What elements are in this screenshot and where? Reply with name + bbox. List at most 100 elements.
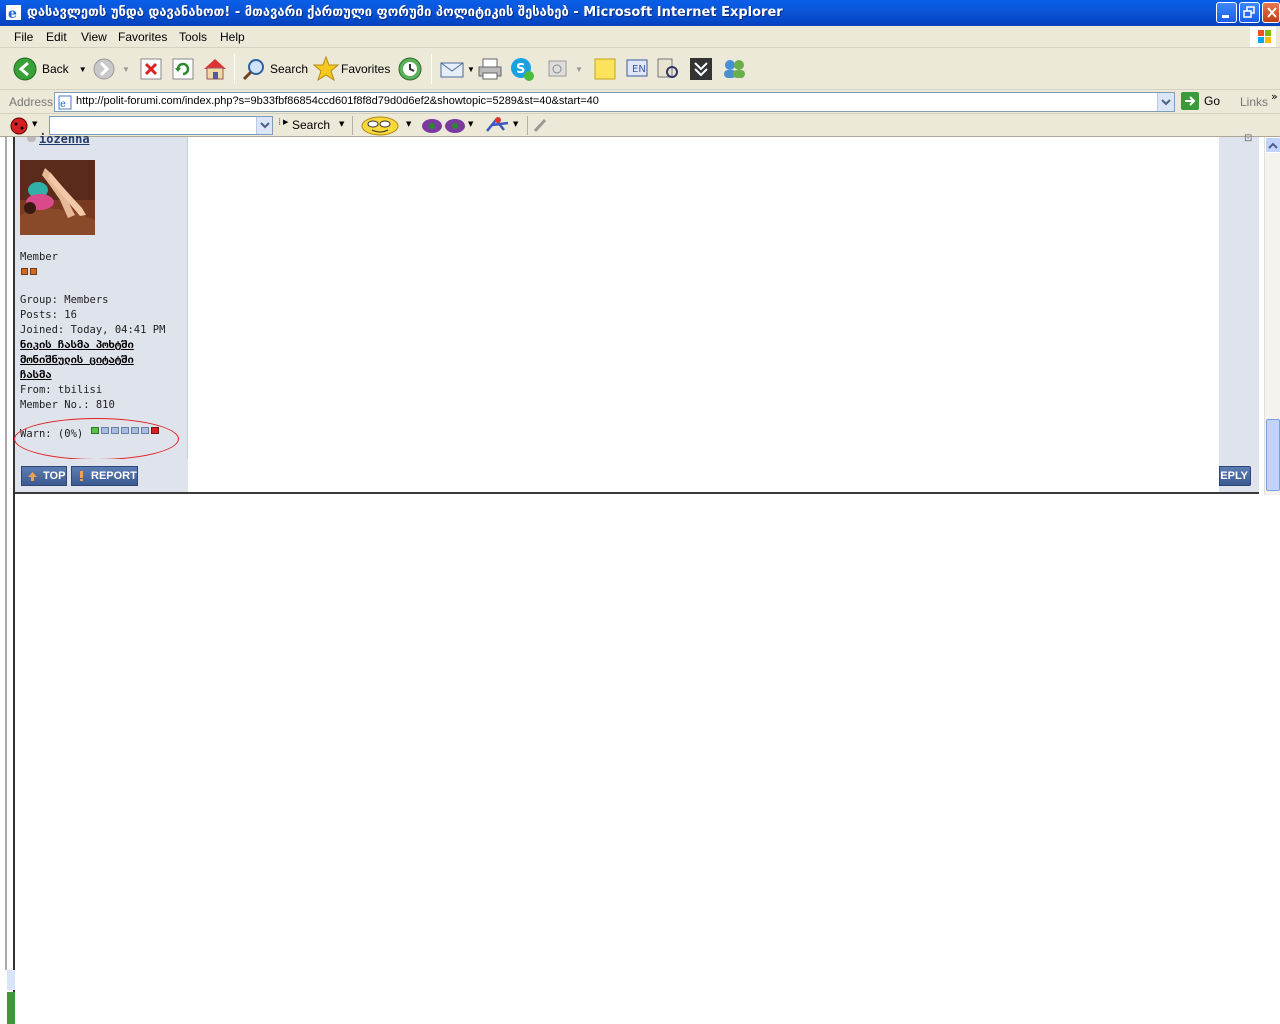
- skype-button[interactable]: S: [509, 56, 535, 82]
- menu-edit[interactable]: Edit: [46, 30, 67, 44]
- profile-username[interactable]: iozenna: [39, 132, 90, 146]
- search-label: Search: [270, 62, 309, 76]
- status-edge-icon: [7, 970, 15, 990]
- svg-text:e: e: [8, 6, 17, 21]
- restore-button[interactable]: [1239, 2, 1260, 23]
- print-icon: [478, 58, 502, 80]
- contacts-icon: [724, 60, 745, 78]
- quote-link-line-2[interactable]: მონიშნულის ციტატში: [20, 354, 134, 366]
- arrow-icon: ▶: [283, 118, 289, 126]
- windows-logo-icon: [1250, 27, 1276, 47]
- back-label: Back: [42, 62, 69, 76]
- favorites-button[interactable]: Favorites: [313, 56, 390, 82]
- back-dropdown-icon[interactable]: ▼: [79, 65, 87, 74]
- combo-dropdown-button[interactable]: [256, 117, 272, 134]
- note-button[interactable]: [593, 56, 617, 82]
- chevron-more-icon[interactable]: »: [1271, 90, 1278, 103]
- reply-label: REPLY: [1220, 470, 1248, 482]
- address-bar: Address e http://polit-forumi.com/index.…: [0, 90, 1280, 114]
- top-button[interactable]: TOP: [21, 466, 67, 486]
- back-button[interactable]: Back ▼: [12, 56, 87, 82]
- contacts-button[interactable]: [720, 56, 748, 82]
- menu-favorites[interactable]: Favorites: [118, 30, 167, 44]
- figure-icon[interactable]: [484, 116, 512, 135]
- messenger-button[interactable]: EN: [624, 56, 650, 82]
- scroll-up-button[interactable]: [1265, 137, 1280, 153]
- sticky-note-icon: [594, 58, 616, 80]
- quote-link-line-3[interactable]: ჩასმა: [20, 369, 52, 381]
- mail-button[interactable]: ▼: [439, 56, 475, 82]
- annotation-circle: [14, 418, 179, 460]
- search-button[interactable]: Search: [242, 56, 308, 82]
- menu-bar: File Edit View Favorites Tools Help: [0, 26, 1280, 48]
- search-toolbar: ▼ ⁞ ▶ Search ▼ ▼ ▼ ▼: [0, 114, 1280, 137]
- print-button[interactable]: [477, 56, 503, 82]
- eyes-icon[interactable]: [420, 115, 468, 136]
- eyes-dropdown-icon[interactable]: ▼: [468, 120, 473, 128]
- alert-icon: [80, 471, 83, 481]
- menu-view[interactable]: View: [81, 30, 107, 44]
- address-dropdown-button[interactable]: [1157, 93, 1174, 111]
- smiley-icon[interactable]: [360, 115, 402, 136]
- chevron-down-icon: [260, 122, 270, 129]
- menu-help[interactable]: Help: [220, 30, 245, 44]
- download-icon: [690, 58, 712, 80]
- search-dropdown-icon[interactable]: ▼: [339, 120, 344, 128]
- close-button[interactable]: [1262, 2, 1280, 23]
- toolbar-search-button[interactable]: Search: [292, 118, 330, 132]
- mail-dropdown-icon[interactable]: ▼: [467, 65, 475, 74]
- menu-file[interactable]: File: [14, 30, 33, 44]
- ladybug-icon[interactable]: [9, 116, 29, 135]
- address-label: Address: [9, 95, 54, 109]
- download-button[interactable]: [689, 56, 713, 82]
- ladybug-dropdown-icon[interactable]: ▼: [32, 120, 37, 128]
- scroll-thumb[interactable]: [1266, 419, 1280, 491]
- reply-button[interactable]: REPLY: [1219, 466, 1251, 486]
- history-button[interactable]: [397, 56, 423, 82]
- smiley-dropdown-icon[interactable]: ▼: [406, 120, 411, 128]
- menu-tools[interactable]: Tools: [179, 30, 207, 44]
- svg-text:e: e: [60, 99, 66, 110]
- left-edge: [5, 137, 7, 970]
- window-title: დასავლეთს უნდა დავანახოთ! - მთავარი ქართ…: [27, 5, 783, 20]
- edit-button[interactable]: ▼: [547, 56, 583, 82]
- figure-dropdown-icon[interactable]: ▼: [513, 120, 518, 128]
- user-profile-panel: iozenna Member Group: Members Posts: 16 …: [15, 132, 188, 459]
- close-icon: [1267, 7, 1277, 18]
- go-button[interactable]: Go: [1181, 92, 1220, 110]
- skype-icon: S: [511, 58, 534, 81]
- quote-link-line-1[interactable]: ნიკის ჩასმა პოხტში: [20, 339, 134, 351]
- minimize-button[interactable]: [1216, 2, 1237, 23]
- research-button[interactable]: [655, 56, 681, 82]
- svg-text:EN: EN: [632, 64, 646, 75]
- profile-posts: Posts: 16: [20, 309, 77, 321]
- links-button[interactable]: Links: [1240, 95, 1268, 109]
- edit-dropdown-icon[interactable]: ▼: [575, 65, 583, 74]
- refresh-button[interactable]: [172, 56, 194, 82]
- profile-group: Group: Members: [20, 294, 109, 306]
- post-corner-icon: ⊡: [1244, 133, 1253, 144]
- forum-post: [15, 137, 1259, 494]
- address-input[interactable]: e http://polit-forumi.com/index.php?s=9b…: [54, 92, 1175, 112]
- report-button[interactable]: REPORT: [71, 466, 138, 486]
- home-icon: [204, 59, 226, 80]
- profile-joined: Joined: Today, 04:41 PM: [20, 324, 166, 336]
- forward-dropdown-icon[interactable]: ▼: [122, 65, 130, 74]
- avatar: [20, 160, 95, 235]
- top-label: TOP: [43, 470, 66, 482]
- title-bar: e დასავლეთს უნდა დავანახოთ! - მთავარი ქა…: [0, 0, 1280, 26]
- favorites-star-icon: [313, 56, 339, 82]
- home-button[interactable]: [202, 56, 228, 82]
- go-arrow-icon: [1181, 92, 1199, 110]
- grip-icon: ⁞: [278, 117, 282, 128]
- stop-icon: [140, 58, 162, 80]
- chevron-up-icon: [1268, 142, 1278, 149]
- stop-button[interactable]: [140, 56, 162, 82]
- pencil-icon[interactable]: [533, 117, 549, 133]
- user-status-icon: [27, 137, 36, 142]
- forward-button[interactable]: ▼: [92, 56, 130, 82]
- profile-from: From: tbilisi: [20, 384, 103, 396]
- history-icon: [398, 57, 422, 81]
- vertical-scrollbar[interactable]: [1264, 137, 1280, 495]
- rank-pip: [21, 268, 28, 275]
